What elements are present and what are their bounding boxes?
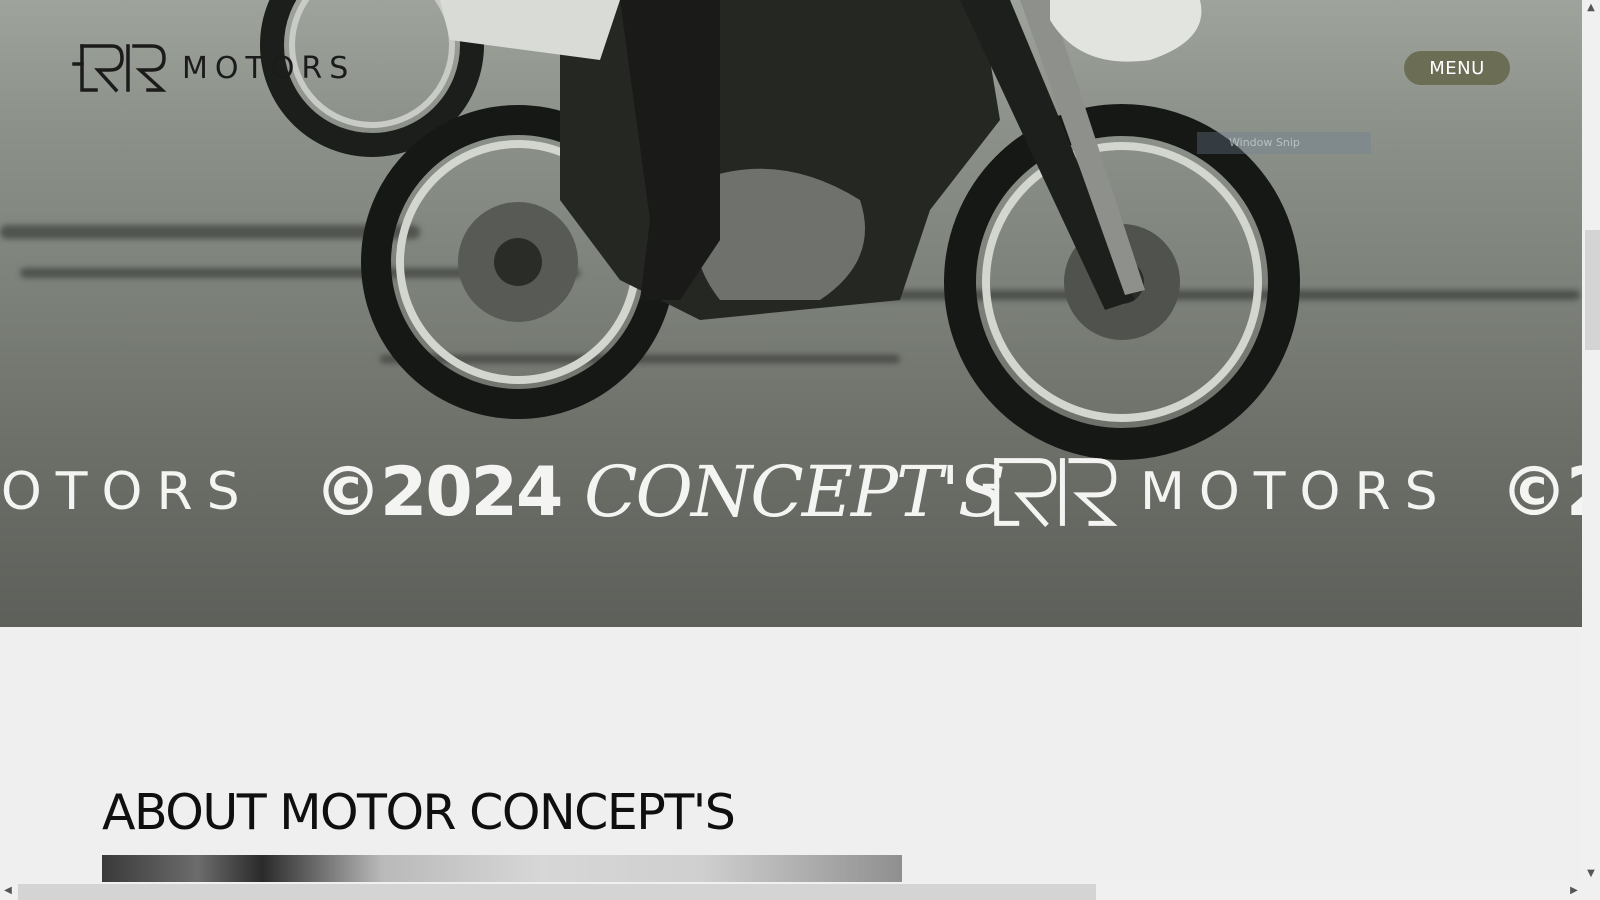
marquee-concept-text: CONCEPT'S <box>584 452 1006 532</box>
vertical-scrollbar[interactable]: ▲ ▼ <box>1582 0 1600 882</box>
brand-marquee: MOTORS ©2024 CONCEPT'S MOTORS ©2024 <box>0 452 1582 532</box>
scroll-left-icon[interactable]: ◀ <box>0 882 16 900</box>
horizontal-scrollbar[interactable]: ◀ ▶ <box>0 882 1582 900</box>
page: MOTORS MENU Window Snip MOTORS ©2024 CON… <box>0 0 1582 882</box>
logo-wordmark: MOTORS <box>182 50 356 86</box>
about-photo <box>102 855 902 882</box>
scrollbar-corner <box>1582 882 1600 900</box>
menu-button[interactable]: MENU <box>1404 51 1510 85</box>
scroll-right-icon[interactable]: ▶ <box>1566 882 1582 900</box>
marquee-motors-text: MOTORS <box>0 462 254 522</box>
scroll-up-icon[interactable]: ▲ <box>1582 0 1600 16</box>
marquee-motors-text: MOTORS <box>1140 462 1452 522</box>
site-logo[interactable]: MOTORS <box>72 40 355 96</box>
scroll-down-icon[interactable]: ▼ <box>1582 866 1600 882</box>
hero-section: MOTORS MENU Window Snip MOTORS ©2024 CON… <box>0 0 1582 627</box>
marquee-year-text: ©2024 <box>1500 452 1582 532</box>
about-heading: ABOUT MOTOR CONCEPT'S <box>102 784 736 841</box>
rr-logo-icon <box>982 458 1118 527</box>
window-snip-overlay: Window Snip <box>1197 132 1371 154</box>
vertical-scroll-thumb[interactable] <box>1585 230 1600 350</box>
marquee-logo <box>982 452 1120 532</box>
marquee-year-text: ©2024 <box>314 452 563 532</box>
rr-logo-icon <box>72 44 167 93</box>
horizontal-scroll-thumb[interactable] <box>18 884 1096 900</box>
